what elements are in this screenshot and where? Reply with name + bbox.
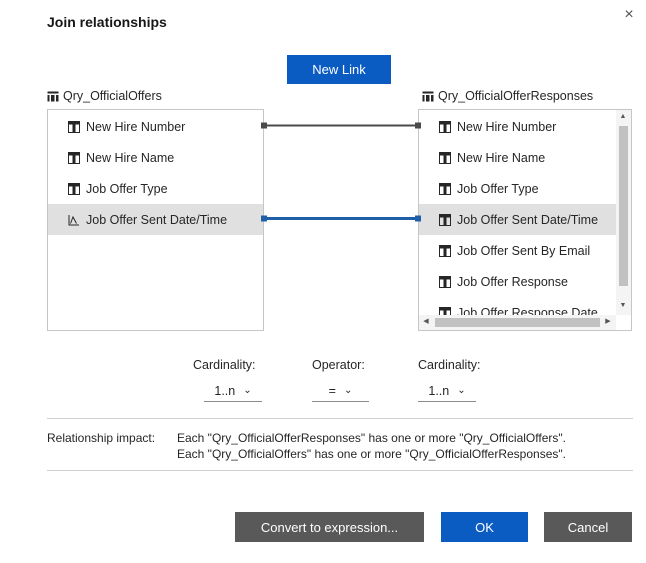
left-column-item-label: Job Offer Sent Date/Time — [86, 212, 228, 227]
left-column-list-item[interactable]: New Hire Name — [48, 142, 263, 173]
scroll-right-arrow-icon[interactable]: ▶ — [603, 317, 613, 327]
left-cardinality-dropdown[interactable]: 1..n ⌄ — [204, 380, 262, 402]
convert-to-expression-button[interactable]: Convert to expression... — [235, 512, 424, 542]
divider — [47, 470, 633, 471]
right-column-item-label: New Hire Name — [457, 150, 546, 165]
right-column-list-item[interactable]: Job Offer Response — [419, 266, 616, 297]
scroll-up-arrow-icon[interactable]: ▲ — [618, 112, 628, 122]
right-column-list-item[interactable]: Job Offer Type — [419, 173, 616, 204]
left-column-list-item[interactable]: Job Offer Sent Date/Time — [48, 204, 263, 235]
vertical-scroll-thumb[interactable] — [619, 126, 628, 286]
column-icon — [439, 244, 451, 257]
right-column-list-item[interactable]: New Hire Name — [419, 142, 616, 173]
operator-dropdown[interactable]: = ⌄ — [312, 380, 369, 402]
left-column-list[interactable]: New Hire Number New Hire Name Job Offer Ty… — [47, 109, 264, 331]
left-cardinality-label: Cardinality: — [193, 358, 256, 372]
right-cardinality-value: 1..n — [428, 383, 450, 398]
right-column-list-item[interactable]: New Hire Number — [419, 111, 616, 142]
column-icon — [68, 151, 80, 164]
operator-label: Operator: — [312, 358, 365, 372]
scroll-down-arrow-icon[interactable]: ▼ — [618, 301, 628, 311]
left-column-item-label: New Hire Number — [86, 119, 186, 134]
chevron-down-icon: ⌄ — [243, 385, 252, 396]
relationship-impact-label: Relationship impact: — [47, 431, 156, 445]
date-measure-icon — [68, 214, 80, 226]
right-column-item-label: Job Offer Sent Date/Time — [457, 212, 599, 227]
table-icon — [47, 91, 59, 102]
right-cardinality-label: Cardinality: — [418, 358, 481, 372]
relationship-impact-line-1: Each "Qry_OfficialOfferResponses" has on… — [177, 431, 566, 445]
right-column-list[interactable]: New Hire Number New Hire Name Job Offer Ty… — [418, 109, 632, 331]
ok-button[interactable]: OK — [441, 512, 528, 542]
right-column-item-label: Job Offer Sent By Email — [457, 243, 591, 258]
right-column-item-label: New Hire Number — [457, 119, 557, 134]
column-icon — [68, 182, 80, 195]
left-table-name: Qry_OfficialOffers — [63, 89, 162, 103]
left-column-item-label: New Hire Name — [86, 150, 175, 165]
right-table-header: Qry_OfficialOfferResponses — [422, 89, 593, 103]
column-icon — [439, 151, 451, 164]
right-table-name: Qry_OfficialOfferResponses — [438, 89, 594, 103]
operator-value: = — [328, 383, 336, 398]
table-icon — [422, 91, 434, 102]
right-column-list-item[interactable]: Job Offer Response Date — [419, 297, 616, 315]
horizontal-scrollbar[interactable]: ◀ ▶ — [419, 315, 616, 330]
left-cardinality-value: 1..n — [214, 383, 236, 398]
right-list-viewport: New Hire Number New Hire Name Job Offer Ty… — [419, 110, 616, 315]
chevron-down-icon: ⌄ — [343, 385, 353, 396]
column-icon — [68, 120, 80, 133]
relationship-impact-line-2: Each "Qry_OfficialOffers" has one or mor… — [177, 447, 566, 461]
divider — [47, 418, 633, 419]
left-column-item-label: Job Offer Type — [86, 181, 168, 196]
left-column-list-item[interactable]: New Hire Number — [48, 111, 263, 142]
horizontal-scroll-thumb[interactable] — [435, 318, 600, 327]
right-column-item-label: Job Offer Response — [457, 274, 568, 289]
right-column-item-label: Job Offer Type — [457, 181, 539, 196]
column-icon — [439, 120, 451, 133]
column-icon — [439, 182, 451, 195]
vertical-scrollbar[interactable]: ▲ ▼ — [616, 110, 631, 315]
right-column-item-label: Job Offer Response Date — [457, 305, 598, 316]
right-column-list-item[interactable]: Job Offer Sent By Email — [419, 235, 616, 266]
column-icon — [439, 306, 451, 315]
cancel-button[interactable]: Cancel — [544, 512, 632, 542]
right-cardinality-dropdown[interactable]: 1..n ⌄ — [418, 380, 476, 402]
dialog-title: Join relationships — [47, 14, 167, 30]
left-column-list-item[interactable]: Job Offer Type — [48, 173, 263, 204]
close-icon[interactable]: × — [620, 6, 638, 24]
new-link-button[interactable]: New Link — [287, 55, 391, 84]
scroll-left-arrow-icon[interactable]: ◀ — [421, 317, 431, 327]
left-table-header: Qry_OfficialOffers — [47, 89, 162, 103]
chevron-down-icon: ⌄ — [457, 385, 466, 396]
right-column-list-item[interactable]: Job Offer Sent Date/Time — [419, 204, 616, 235]
column-icon — [439, 275, 451, 288]
column-icon — [439, 213, 451, 226]
